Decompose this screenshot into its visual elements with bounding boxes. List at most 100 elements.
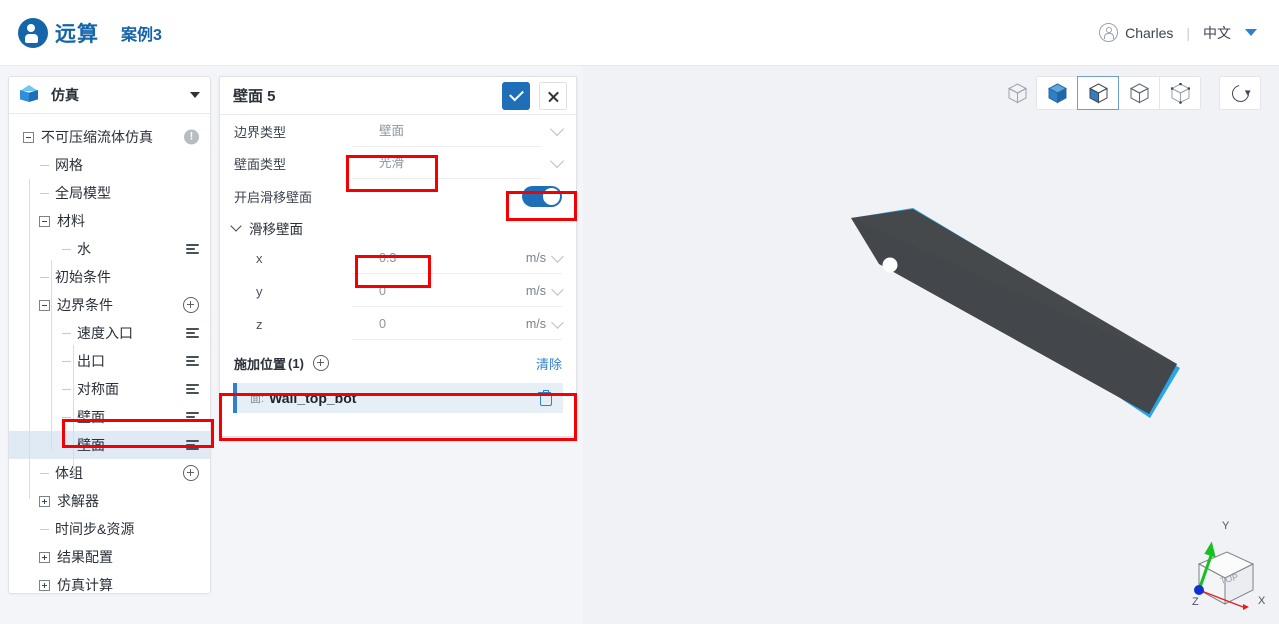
view-wireframe-button[interactable] bbox=[1118, 76, 1160, 110]
confirm-button[interactable] bbox=[502, 81, 530, 110]
tree-item-label: 不可压缩流体仿真 bbox=[41, 129, 153, 145]
tree-item[interactable]: 全局模型 bbox=[9, 179, 210, 207]
plus-circle-icon[interactable] bbox=[312, 355, 329, 371]
slip-wall-toggle[interactable] bbox=[522, 185, 562, 207]
language-label[interactable]: 中文 bbox=[1203, 23, 1231, 43]
field-value[interactable]: 光滑 bbox=[352, 148, 542, 179]
slip-wall-toggle-row: 开启滑移壁面 bbox=[220, 179, 576, 213]
tree-branch-line bbox=[62, 444, 71, 446]
unit-select-z[interactable]: m/s bbox=[500, 309, 564, 340]
axis-row-y[interactable]: y 0 m/s bbox=[220, 275, 576, 308]
chevron-down-icon[interactable] bbox=[549, 121, 565, 137]
triangle-down-icon[interactable] bbox=[190, 92, 200, 98]
brand-circle-icon bbox=[18, 17, 48, 48]
tree-item[interactable]: 对称面 bbox=[9, 375, 210, 403]
tree-item[interactable]: 初始条件 bbox=[9, 263, 210, 291]
tree-item[interactable]: 时间步&资源 bbox=[9, 515, 210, 543]
collapse-icon[interactable] bbox=[39, 299, 50, 311]
plus-circle-icon[interactable] bbox=[183, 297, 199, 313]
reset-view-icon bbox=[1228, 81, 1252, 105]
reset-view-button[interactable] bbox=[1219, 76, 1261, 110]
tree-item-label: 材料 bbox=[57, 213, 85, 229]
view-shaded-button[interactable] bbox=[1036, 76, 1078, 110]
trash-icon[interactable] bbox=[538, 390, 552, 406]
user-name[interactable]: Charles bbox=[1125, 25, 1173, 41]
axis-value-input[interactable]: 0.3 bbox=[352, 243, 500, 274]
tree-item-label: 边界条件 bbox=[57, 297, 113, 313]
tree-item-label: 速度入口 bbox=[77, 325, 133, 341]
chevron-down-icon[interactable] bbox=[551, 315, 564, 329]
tree-branch-line bbox=[62, 248, 71, 250]
cube-points-icon bbox=[1170, 82, 1190, 104]
clear-link[interactable]: 清除 bbox=[536, 354, 562, 373]
tree-item-label: 体组 bbox=[55, 465, 83, 481]
group-label: 滑移壁面 bbox=[249, 221, 303, 237]
tree-item[interactable]: 结果配置 bbox=[9, 543, 210, 571]
tree-item[interactable]: 边界条件 bbox=[9, 291, 210, 319]
tree-item-label: 初始条件 bbox=[55, 269, 111, 285]
tree-item-label: 网格 bbox=[55, 157, 83, 173]
list-icon[interactable] bbox=[186, 244, 199, 254]
slip-wall-label: 开启滑移壁面 bbox=[234, 189, 313, 205]
list-icon[interactable] bbox=[186, 412, 199, 422]
tree-item[interactable]: 壁面 bbox=[9, 431, 210, 459]
axis-row-x[interactable]: x 0.3 m/s bbox=[220, 242, 576, 275]
app-root: 远算 案例3 Charles | 中文 仿真 不可压缩流体仿真! 网格 全局模型 材料… bbox=[0, 0, 1279, 624]
boundary-properties-panel: 壁面 5 边界类型 壁面 壁面类型 光滑 开启滑移壁面 滑移壁面 x 0.3 m… bbox=[219, 76, 577, 437]
field-value[interactable]: 壁面 bbox=[352, 116, 542, 147]
expand-icon[interactable] bbox=[39, 551, 50, 563]
collapse-icon[interactable] bbox=[23, 131, 34, 143]
list-icon[interactable] bbox=[186, 356, 199, 366]
cube-icon bbox=[19, 85, 39, 105]
model-body-side bbox=[851, 218, 1177, 414]
field-row-boundary-type[interactable]: 边界类型 壁面 bbox=[220, 115, 576, 147]
tree-item-label: 出口 bbox=[77, 353, 105, 369]
expand-icon[interactable] bbox=[39, 579, 50, 591]
3d-viewport[interactable]: TOP Y X Z bbox=[583, 66, 1279, 624]
unit-select-y[interactable]: m/s bbox=[500, 276, 564, 307]
tree-item[interactable]: 水 bbox=[9, 235, 210, 263]
item-accent-bar bbox=[233, 383, 237, 413]
axis-label: y bbox=[256, 284, 263, 299]
field-row-wall-type[interactable]: 壁面类型 光滑 bbox=[220, 147, 576, 179]
chevron-down-icon[interactable] bbox=[230, 220, 242, 232]
collapse-icon[interactable] bbox=[39, 215, 50, 227]
axis-value-input[interactable]: 0 bbox=[352, 276, 500, 307]
axis-row-z[interactable]: z 0 m/s bbox=[220, 308, 576, 341]
tree-branch-line bbox=[62, 360, 71, 362]
tree-item[interactable]: 出口 bbox=[9, 347, 210, 375]
tree-item[interactable]: 壁面 bbox=[9, 403, 210, 431]
tree-header[interactable]: 仿真 bbox=[9, 77, 210, 114]
list-icon[interactable] bbox=[186, 328, 199, 338]
list-icon[interactable] bbox=[186, 440, 199, 450]
caret-down-icon[interactable] bbox=[1245, 29, 1257, 36]
tree-item[interactable]: 体组 bbox=[9, 459, 210, 487]
tree-item[interactable]: 材料 bbox=[9, 207, 210, 235]
cancel-button[interactable] bbox=[539, 81, 567, 110]
view-points-button[interactable] bbox=[1159, 76, 1201, 110]
tree-item[interactable]: 速度入口 bbox=[9, 319, 210, 347]
tree-item-label: 壁面 bbox=[77, 409, 105, 425]
header-separator: | bbox=[1186, 24, 1190, 41]
view-cube-plain-button[interactable] bbox=[997, 76, 1037, 110]
tree-item[interactable]: 仿真计算 bbox=[9, 571, 210, 599]
axis-value-input[interactable]: 0 bbox=[352, 309, 500, 340]
tree-branch-line bbox=[40, 192, 49, 194]
axis-gizmo[interactable]: TOP Y X Z bbox=[1179, 512, 1271, 620]
view-shaded-edges-button[interactable] bbox=[1077, 76, 1119, 110]
tree-item[interactable]: 求解器 bbox=[9, 487, 210, 515]
slip-wall-group-header[interactable]: 滑移壁面 bbox=[220, 213, 576, 242]
chevron-down-icon[interactable] bbox=[551, 249, 564, 263]
plus-circle-icon[interactable] bbox=[183, 465, 199, 481]
chevron-down-icon[interactable] bbox=[551, 282, 564, 296]
apply-location-header: 施加位置 (1) 清除 bbox=[220, 349, 576, 377]
unit-select-x[interactable]: m/s bbox=[500, 243, 564, 274]
location-item[interactable]: 面: Wall_top_bot bbox=[233, 383, 563, 413]
tree-header-label: 仿真 bbox=[51, 87, 79, 103]
tree-item[interactable]: 网格 bbox=[9, 151, 210, 179]
expand-icon[interactable] bbox=[39, 495, 50, 507]
chevron-down-icon[interactable] bbox=[549, 153, 565, 169]
list-icon[interactable] bbox=[186, 384, 199, 394]
tree-item[interactable]: 不可压缩流体仿真! bbox=[9, 123, 210, 151]
brand-logo[interactable]: 远算 bbox=[18, 17, 99, 48]
